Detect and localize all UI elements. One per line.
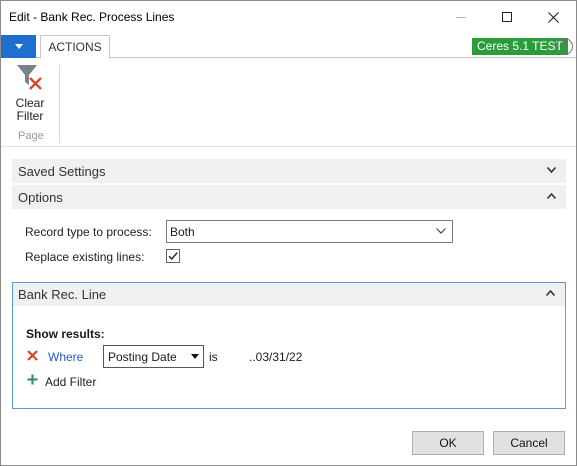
close-icon [547, 11, 559, 23]
maximize-button[interactable] [484, 1, 530, 33]
maximize-icon [502, 12, 512, 22]
ribbon-tab-bar: ACTIONS Ceres 5.1 TEST ? [1, 33, 576, 59]
environment-badge: Ceres 5.1 TEST [472, 38, 568, 55]
record-type-select[interactable]: Both [166, 220, 453, 243]
ribbon: Clear Filter Page [1, 59, 576, 147]
minimize-button[interactable] [438, 1, 484, 33]
fasttab-bank-rec-line-label: Bank Rec. Line [18, 287, 107, 302]
fasttab-options[interactable]: Options [12, 185, 566, 209]
dialog-window: Edit - Bank Rec. Process Lines ACTIONS C… [0, 0, 577, 466]
clear-filter-button[interactable]: Clear Filter [9, 63, 51, 123]
where-link[interactable]: Where [48, 350, 83, 364]
help-icon[interactable]: ? [556, 38, 573, 55]
chevron-up-icon [546, 290, 555, 296]
remove-filter-icon[interactable] [27, 350, 38, 361]
dropdown-arrow-icon [191, 354, 199, 359]
clear-filter-label-line2: Filter [16, 109, 44, 123]
replace-lines-checkbox[interactable] [166, 249, 180, 263]
fasttab-saved-settings[interactable]: Saved Settings [12, 159, 566, 183]
application-menu-button[interactable] [1, 35, 36, 58]
dropdown-arrow-icon [14, 44, 23, 49]
filter-field-value: Posting Date [108, 350, 177, 364]
add-filter-link[interactable]: Add Filter [45, 375, 96, 389]
ok-button[interactable]: OK [412, 431, 484, 455]
filter-value[interactable]: ..03/31/22 [249, 350, 302, 364]
filter-field-select[interactable]: Posting Date [103, 345, 204, 368]
record-type-value: Both [170, 225, 195, 239]
window-title: Edit - Bank Rec. Process Lines [9, 10, 175, 24]
show-results-label: Show results: [26, 327, 105, 341]
plus-icon[interactable] [27, 374, 38, 385]
title-bar: Edit - Bank Rec. Process Lines [1, 1, 576, 33]
chevron-down-icon [436, 228, 446, 234]
clear-filter-icon [17, 65, 42, 90]
chevron-down-icon [547, 167, 556, 173]
cancel-button[interactable]: Cancel [493, 431, 565, 455]
minimize-icon [456, 16, 466, 18]
record-type-label: Record type to process: [25, 225, 152, 239]
fasttab-saved-settings-label: Saved Settings [18, 164, 106, 179]
ribbon-group-label: Page [18, 130, 44, 142]
close-button[interactable] [530, 1, 576, 33]
checkmark-icon [168, 252, 178, 261]
fasttab-options-label: Options [18, 190, 63, 205]
replace-lines-label: Replace existing lines: [25, 250, 145, 264]
filter-operator: is [209, 350, 218, 364]
filter-panel-bank-rec-line: Bank Rec. Line Show results: Where Posti… [12, 282, 566, 409]
chevron-up-icon [547, 193, 556, 199]
tab-actions[interactable]: ACTIONS [40, 35, 110, 59]
fasttab-bank-rec-line[interactable]: Bank Rec. Line [13, 283, 565, 306]
ribbon-group-divider [59, 65, 60, 143]
